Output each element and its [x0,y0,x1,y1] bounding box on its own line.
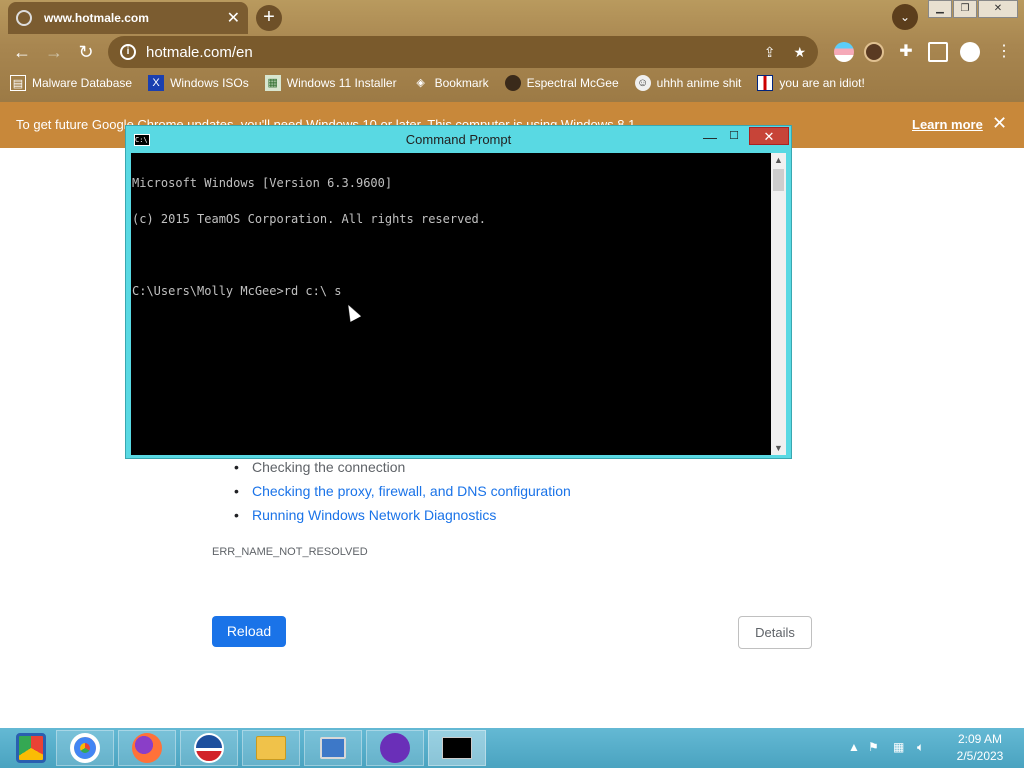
bookmark-label: Windows 11 Installer [286,76,397,90]
obama-logo-icon [194,733,224,763]
bookmark-icon: ▤ [10,75,26,91]
console-line: (c) 2015 TeamOS Corporation. All rights … [132,212,487,226]
taskbar-firefox[interactable] [118,730,176,766]
mask-icon [380,733,410,763]
firefox-icon [132,733,162,763]
bookmark-film[interactable]: ◈ Bookmark [413,75,489,91]
taskbar-obama[interactable] [180,730,238,766]
reload-icon[interactable]: ↻ [72,38,100,66]
scroll-thumb[interactable] [773,169,784,191]
tab-title: www.hotmale.com [44,11,149,25]
trans-flag-extension-icon[interactable] [834,42,854,62]
site-info-icon[interactable]: i [120,44,136,60]
command-prompt-window[interactable]: C:\ Command Prompt — ☐ ✕ Microsoft Windo… [125,125,792,459]
console-line: Microsoft Windows [Version 6.3.9600] [132,176,393,190]
infobar-close-icon[interactable]: ✕ [992,113,1007,134]
bookmark-espectral-mcgee[interactable]: Espectral McGee [504,75,619,91]
share-icon[interactable]: ⇪ [764,44,776,61]
action-center-flag-icon[interactable]: ⚑ [868,740,879,754]
film-icon: ◈ [416,77,425,89]
network-icon[interactable]: ▦ [893,740,904,754]
new-tab-button[interactable]: + [256,5,282,31]
scroll-down-icon[interactable]: ▼ [771,441,786,455]
bookmark-anime[interactable]: ☺ uhhh anime shit [634,75,742,91]
suggestion-check-connection: Checking the connection [234,456,571,480]
cmd-titlebar[interactable]: C:\ Command Prompt — ☐ ✕ [126,126,791,152]
bookmark-label: Bookmark [434,76,489,90]
flag-icon [757,75,774,91]
address-bar[interactable]: i hotmale.com/en ⇪ ★ [108,36,818,68]
bookmark-label: uhhh anime shit [656,76,742,90]
extensions-puzzle-icon[interactable]: ✚ [896,42,916,62]
menu-kebab-icon[interactable]: ⋮ [990,38,1018,66]
cmd-title: Command Prompt [405,132,512,147]
anime-icon: ☺ [634,75,651,91]
clock-date: 2/5/2023 [956,749,1004,763]
back-icon[interactable]: ← [8,38,36,66]
bookmark-you-are-an-idiot[interactable]: you are an idiot! [757,75,865,91]
bookmark-windows-11-installer[interactable]: ▦ Windows 11 Installer [264,75,397,91]
taskbar-masked-app[interactable] [366,730,424,766]
avatar-extension-icon[interactable] [864,42,884,62]
taskbar-clock[interactable]: 2:09 AM 2/5/2023 [940,731,1020,765]
cmd-maximize-button[interactable]: ☐ [724,129,744,147]
scroll-up-icon[interactable]: ▲ [771,153,786,167]
bookmark-label: Malware Database [32,76,133,90]
cmd-taskbar-icon [442,737,472,759]
learn-more-link[interactable]: Learn more [912,117,983,132]
bookmark-label: Espectral McGee [526,76,619,90]
image-icon: ▦ [264,75,281,91]
folder-icon [256,736,286,760]
chrome-icon [70,733,100,763]
troubleshooting-list: Checking the connection Checking the pro… [234,456,571,528]
bookmark-label: Windows ISOs [170,76,249,90]
restore-button[interactable]: ❐ [953,0,977,18]
volume-icon[interactable]: 🔈︎ [917,740,924,755]
taskbar-chrome[interactable] [56,730,114,766]
forward-icon[interactable]: → [40,38,68,66]
tab-search-button[interactable]: ⌄ [892,4,918,30]
side-panel-icon[interactable] [928,42,948,62]
globe-icon [16,10,32,26]
start-button[interactable] [2,730,60,766]
taskbar-command-prompt[interactable] [428,730,486,766]
bookmark-malware-database[interactable]: ▤ Malware Database [10,75,132,91]
close-tab-icon[interactable]: ✕ [227,8,240,28]
suggestion-network-diagnostics[interactable]: Running Windows Network Diagnostics [234,504,571,528]
start-icon [16,733,46,763]
minimize-button[interactable]: ▁ [928,0,952,18]
suggestion-proxy-firewall-dns[interactable]: Checking the proxy, firewall, and DNS co… [234,480,571,504]
cmd-console[interactable]: Microsoft Windows [Version 6.3.9600] (c)… [131,153,771,455]
error-code: ERR_NAME_NOT_RESOLVED [212,546,368,558]
clock-time: 2:09 AM [957,732,1003,746]
reload-button[interactable]: Reload [212,616,286,647]
details-button[interactable]: Details [738,616,812,649]
cmd-close-button[interactable]: ✕ [749,127,789,145]
console-prompt-line[interactable]: C:\Users\Molly McGee>rd c:\ s [132,285,770,297]
show-hidden-icons[interactable]: ▲ [848,740,860,754]
cmd-minimize-button[interactable]: — [700,129,720,147]
browser-chrome: www.hotmale.com ✕ + ⌄ ▁ ❐ ✕ ← → ↻ i hotm… [0,0,1024,102]
address-text[interactable]: hotmale.com/en [146,44,746,61]
bookmarks-bar: ▤ Malware Database X Windows ISOs ▦ Wind… [10,72,881,94]
x-icon: X [148,75,165,91]
bookmark-label: you are an idiot! [779,76,865,90]
computer-icon [320,737,346,759]
cmd-scrollbar[interactable]: ▲ ▼ [771,153,786,455]
taskbar-network[interactable] [304,730,362,766]
taskbar-file-explorer[interactable] [242,730,300,766]
bookmark-windows-isos[interactable]: X Windows ISOs [148,75,249,91]
avatar-icon [504,75,521,91]
profile-icon[interactable] [960,42,980,62]
browser-tab[interactable]: www.hotmale.com ✕ [8,2,248,34]
bookmark-star-icon[interactable]: ★ [793,44,806,61]
window-close-button[interactable]: ✕ [978,0,1018,18]
